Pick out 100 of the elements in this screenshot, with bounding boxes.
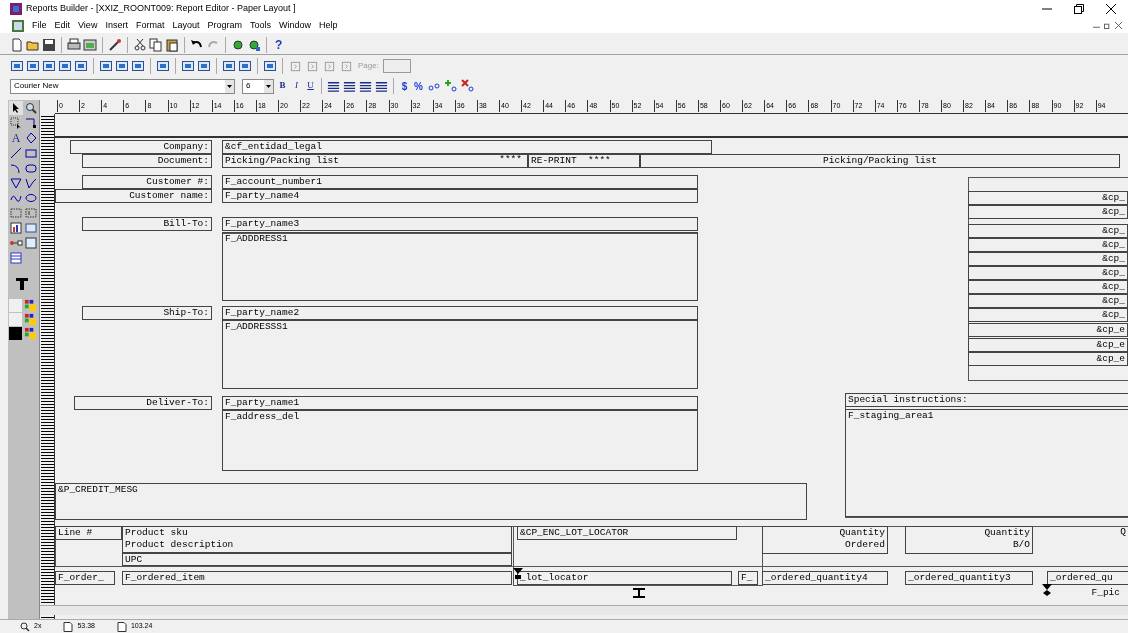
- menu-item[interactable]: Tools: [245, 18, 275, 33]
- save-icon[interactable]: [42, 37, 56, 52]
- menu-item[interactable]: Program: [203, 18, 246, 33]
- rotate-icon[interactable]: [24, 131, 38, 145]
- layout-field: _ordered_quantity3: [905, 571, 1033, 585]
- menu-item[interactable]: Window: [275, 18, 315, 33]
- select-icon[interactable]: [9, 116, 23, 130]
- footer-icon[interactable]: [131, 59, 145, 73]
- line-color-icon[interactable]: [24, 313, 37, 326]
- layout-field: F_account_number1: [222, 175, 698, 189]
- layout-field: F_ordered_item: [122, 571, 512, 585]
- restore-icon[interactable]: [1104, 22, 1111, 29]
- menu-item[interactable]: Format: [131, 18, 169, 33]
- ellipse-icon[interactable]: [24, 191, 38, 205]
- layout-field: F_party_name4: [222, 189, 698, 203]
- color-swatch[interactable]: [9, 299, 22, 312]
- help-button[interactable]: ?: [272, 35, 286, 54]
- wand-icon[interactable]: [108, 37, 122, 52]
- close-icon[interactable]: [1106, 4, 1116, 14]
- printer-icon[interactable]: [67, 37, 81, 52]
- field-label: &cp_: [968, 191, 1128, 205]
- color-swatch[interactable]: [9, 327, 22, 340]
- rectangle-icon[interactable]: [24, 146, 38, 160]
- align-left-icon[interactable]: [327, 79, 340, 93]
- menu-item[interactable]: File: [28, 18, 51, 33]
- frame-icon[interactable]: [156, 59, 170, 73]
- menu-item[interactable]: Insert: [101, 18, 132, 33]
- group-icon[interactable]: [222, 59, 236, 73]
- layout-icon[interactable]: [42, 59, 56, 73]
- restore-icon[interactable]: [1074, 4, 1084, 14]
- data-model-icon[interactable]: [10, 59, 24, 73]
- button-icon[interactable]: [24, 236, 38, 250]
- add-decimal-icon[interactable]: [444, 79, 458, 93]
- field-label: Quantity B/O: [905, 526, 1033, 554]
- margin-icon[interactable]: [99, 59, 113, 73]
- format-button[interactable]: $: [399, 78, 410, 94]
- copy-icon[interactable]: [149, 37, 163, 52]
- align-center-icon[interactable]: [343, 79, 356, 93]
- menu-item[interactable]: View: [74, 18, 102, 33]
- text-label: Q: [1119, 526, 1127, 539]
- align-icon[interactable]: [263, 59, 277, 73]
- text-tool-icon[interactable]: [15, 277, 29, 291]
- polyline-icon[interactable]: [24, 176, 38, 190]
- color-swatch[interactable]: [9, 313, 22, 326]
- justify-icon[interactable]: [375, 79, 388, 93]
- layout-field: F_ADDRESSS1: [222, 320, 698, 389]
- field-icon[interactable]: [24, 221, 38, 235]
- text-label: F_pic: [1090, 587, 1121, 600]
- text-color-icon[interactable]: [24, 327, 37, 340]
- font-dropdown[interactable]: Courier New: [10, 78, 235, 94]
- reshape-icon[interactable]: [24, 116, 38, 130]
- paste-icon[interactable]: [165, 37, 179, 52]
- anchor-icon: [1042, 584, 1052, 596]
- preview-icon[interactable]: [58, 59, 72, 73]
- rounded-rect-icon[interactable]: [24, 161, 38, 175]
- arc-icon[interactable]: [9, 161, 23, 175]
- font-size-dropdown[interactable]: 6: [242, 78, 274, 94]
- layout-field: F_staging_area1: [845, 409, 1128, 517]
- line-icon[interactable]: [9, 146, 23, 160]
- cut-icon[interactable]: [133, 37, 147, 52]
- app-icon: [10, 3, 22, 15]
- layout-field: _lot_locator: [517, 571, 732, 585]
- field-label: Customer name:: [55, 189, 212, 203]
- print-preview-icon[interactable]: [83, 37, 97, 52]
- menu-item[interactable]: Layout: [168, 18, 204, 33]
- chart-icon[interactable]: [9, 221, 23, 235]
- layout-field: F_address_del: [222, 410, 698, 471]
- layout-field: &P_CREDIT_MESG: [55, 483, 807, 520]
- web-source-icon[interactable]: [26, 59, 40, 73]
- style-button[interactable]: B: [277, 79, 288, 93]
- page-icon: [63, 621, 74, 632]
- layout-field: _ordered_qu: [1047, 571, 1128, 585]
- anchor-icon[interactable]: [197, 59, 211, 73]
- ungroup-icon[interactable]: [238, 59, 252, 73]
- layout-field: Special instructions:: [845, 393, 1128, 407]
- magnify-icon[interactable]: [24, 101, 38, 115]
- layout-field: F_party_name1: [222, 396, 698, 410]
- pointer-icon[interactable]: [9, 101, 23, 115]
- layout-field: F_ADDDRESS1: [222, 232, 698, 301]
- style-button[interactable]: U: [305, 79, 316, 93]
- fill-color-icon[interactable]: [24, 299, 37, 312]
- body-icon[interactable]: [115, 59, 129, 73]
- style-button[interactable]: I: [291, 79, 302, 93]
- field-label: &cp_: [968, 205, 1128, 219]
- layout-field: Picking/Packing list: [640, 154, 1120, 168]
- menu-item[interactable]: Edit: [50, 18, 75, 33]
- pdf-icon[interactable]: [74, 59, 88, 73]
- align-right-icon[interactable]: [359, 79, 372, 93]
- new-file-icon[interactable]: [10, 37, 24, 52]
- magnify-icon: [20, 621, 30, 632]
- flex-icon[interactable]: [181, 59, 195, 73]
- text-tool[interactable]: A: [9, 131, 23, 145]
- remove-decimal-icon[interactable]: [461, 79, 475, 93]
- layout-field: &CP_ENC_LOT_LOCATOR: [517, 526, 737, 540]
- menu-item[interactable]: Help: [315, 18, 342, 33]
- format-button[interactable]: %: [413, 78, 424, 94]
- field-label: Document:: [82, 154, 212, 168]
- table-icon[interactable]: [9, 251, 23, 265]
- polygon-icon[interactable]: [9, 176, 23, 190]
- field-label: &cp_: [968, 224, 1128, 238]
